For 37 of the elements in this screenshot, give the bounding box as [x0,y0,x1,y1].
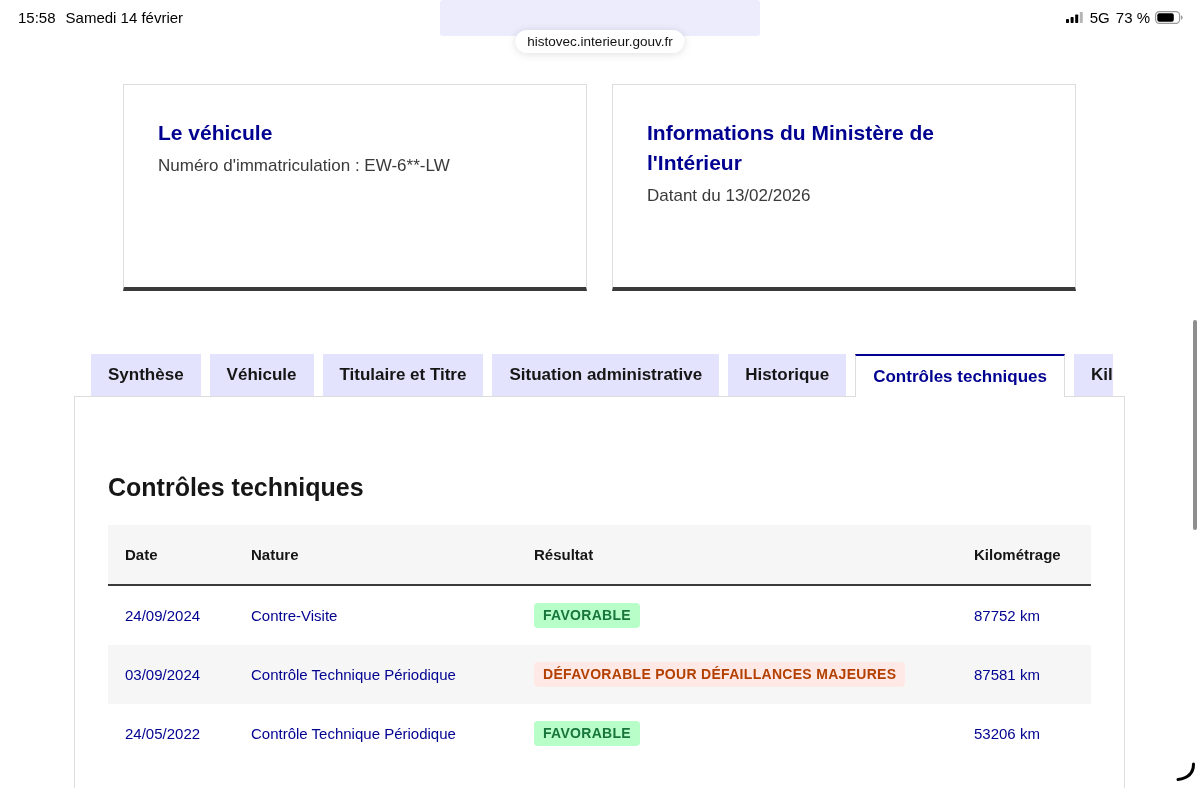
nature-cell: Contrôle Technique Périodique [251,724,456,742]
card-text: Numéro d'immatriculation : EW-6**-LW [158,155,451,177]
tab[interactable]: Titulaire et Titre [322,354,484,396]
mileage-cell: 87581 km [974,665,1040,683]
card-text: Datant du 13/02/2026 [647,185,812,207]
tab[interactable]: Synthèse [91,354,201,396]
card-title: Le véhicule [158,120,274,146]
result-tag: FAVORABLE [534,603,640,628]
signal-icon [1065,11,1083,23]
tab[interactable]: Kil [1074,354,1113,396]
mileage-cell: 53206 km [974,724,1040,742]
card-title: Informations du Ministère de l'Intérieur [647,120,936,176]
column-header: Résultat [533,546,595,563]
column-header: Nature [250,546,300,563]
status-time: 15:58 [18,8,56,26]
column-header: Date [124,546,159,563]
date-cell: 03/09/2024 [125,665,201,683]
network-label: 5G [1089,8,1110,26]
scrollbar[interactable] [1193,320,1197,530]
tab[interactable]: Contrôles techniques [855,354,1065,397]
nature-cell: Contrôle Technique Périodique [251,665,456,683]
section-title: Contrôles techniques [108,472,365,503]
tab[interactable]: Historique [728,354,847,396]
tab[interactable]: Véhicule [209,354,314,396]
battery-icon [1155,10,1183,24]
address-bar[interactable]: histovec.interieur.gouv.fr [515,30,685,53]
status-date: Samedi 14 février [65,8,184,26]
result-tag: FAVORABLE [534,721,640,746]
nature-cell: Contre-Visite [251,606,338,624]
date-cell: 24/05/2022 [125,724,201,742]
column-header: Kilométrage [973,546,1062,563]
arc-icon [1176,762,1196,782]
mileage-cell: 87752 km [974,606,1040,624]
tab[interactable]: Situation administrative [492,354,720,396]
battery-percent: 73 % [1115,8,1150,26]
date-cell: 24/09/2024 [125,606,201,624]
result-tag: DÉFAVORABLE POUR DÉFAILLANCES MAJEURES [534,662,906,687]
